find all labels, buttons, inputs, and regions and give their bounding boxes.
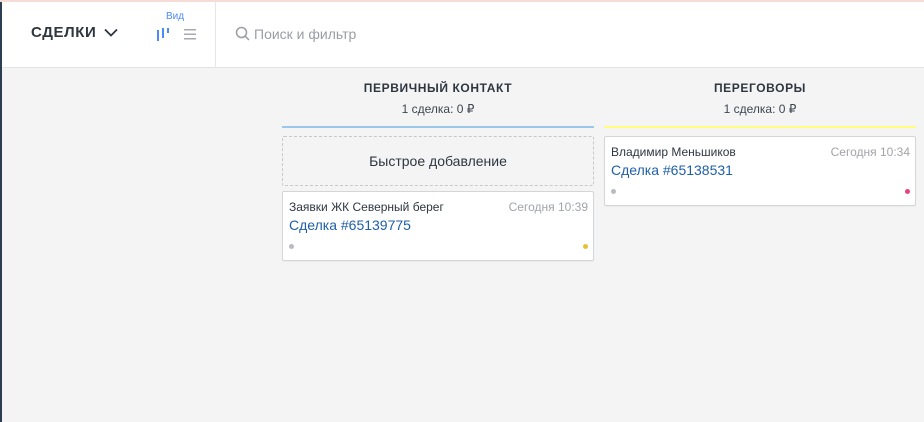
view-label: Вид (166, 11, 185, 22)
header-divider (215, 2, 216, 68)
card-contact-name[interactable]: Заявки ЖК Северный берег (289, 200, 444, 214)
stage-column-first-contact: ПЕРВИЧНЫЙ КОНТАКТ 1 сделка: 0 ₽ (282, 68, 594, 128)
deals-pipeline-page: СДЕЛКИ Вид Поиск и фильтр ПЕРВИЧНЫЙ КОНТ… (0, 0, 924, 422)
page-title: СДЕЛКИ (31, 24, 97, 41)
card-timestamp: Сегодня 10:39 (508, 200, 588, 214)
stage-summary: 1 сделка: 0 ₽ (723, 102, 797, 116)
tag-dot-icon (905, 189, 910, 194)
pipeline-selector[interactable]: СДЕЛКИ (31, 24, 119, 41)
search-input[interactable] (254, 22, 574, 46)
top-bar: СДЕЛКИ Вид (2, 2, 924, 68)
card-deal-link[interactable]: Сделка #65139775 (289, 217, 411, 233)
stage-column-negotiation: ПЕРЕГОВОРЫ 1 сделка: 0 ₽ (604, 68, 916, 128)
stage-title: ПЕРЕГОВОРЫ (713, 81, 807, 95)
stage-summary: 1 сделка: 0 ₽ (401, 102, 475, 116)
stage-color-line (604, 126, 916, 128)
list-view-icon[interactable] (183, 27, 197, 46)
stage-title: ПЕРВИЧНЫЙ КОНТАКТ (363, 81, 513, 95)
stage-color-line (282, 126, 594, 128)
search-icon[interactable] (235, 26, 251, 47)
chevron-down-icon (104, 28, 119, 37)
tag-dot-icon (583, 244, 588, 249)
status-dot-icon (611, 189, 616, 194)
pipeline-view-icon[interactable] (156, 27, 172, 46)
quick-add-button[interactable]: Быстрое добавление (282, 136, 594, 186)
stage-header: ПЕРЕГОВОРЫ 1 сделка: 0 ₽ (604, 68, 916, 126)
card-timestamp: Сегодня 10:34 (830, 145, 910, 159)
status-dot-icon (289, 244, 294, 249)
deal-card[interactable]: Заявки ЖК Северный берег Сегодня 10:39 С… (282, 191, 594, 261)
deal-card[interactable]: Владимир Меньшиков Сегодня 10:34 Сделка … (604, 136, 916, 206)
card-contact-name[interactable]: Владимир Меньшиков (611, 145, 736, 159)
card-deal-link[interactable]: Сделка #65138531 (611, 162, 733, 178)
stage-header: ПЕРВИЧНЫЙ КОНТАКТ 1 сделка: 0 ₽ (282, 68, 594, 126)
